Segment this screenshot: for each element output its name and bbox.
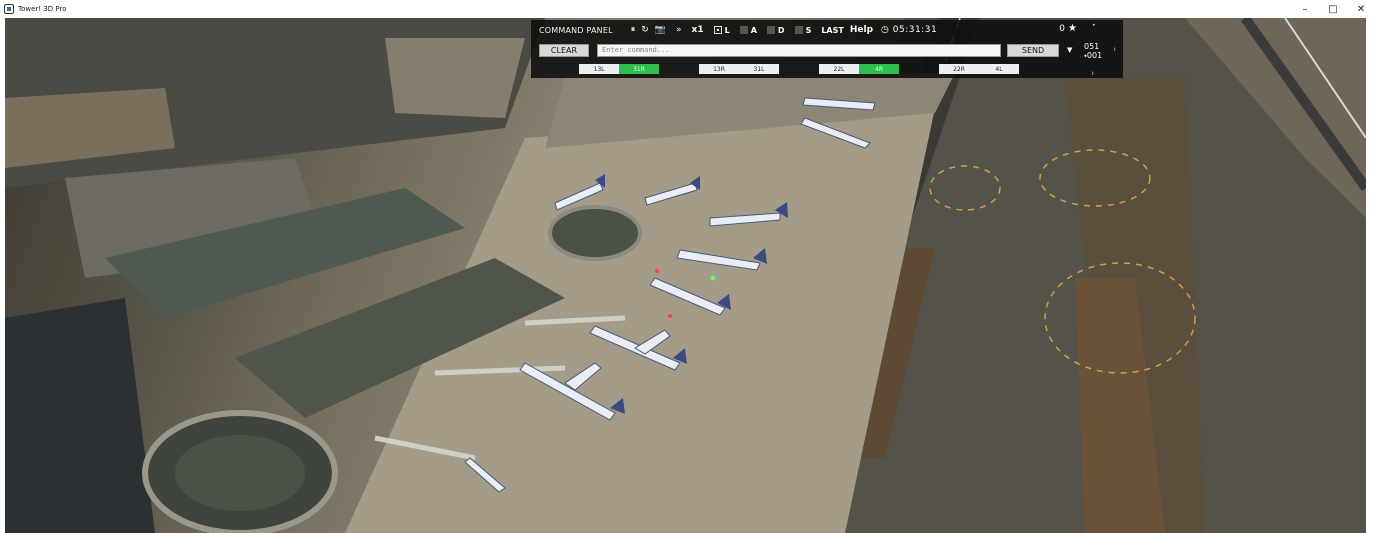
sim-clock: ◷ 05:31:31 <box>881 25 937 35</box>
restart-icon[interactable]: ↻ <box>641 25 649 35</box>
wind-speed: ⬩001 <box>1084 51 1103 60</box>
window-title: Tower! 3D Pro <box>18 5 67 13</box>
app-icon <box>4 4 14 14</box>
toggle-d-checkbox[interactable] <box>766 26 775 34</box>
score-value: 0 <box>1059 24 1065 34</box>
maximize-button[interactable]: □ <box>1319 0 1347 18</box>
runway-13r[interactable]: 13R <box>699 64 739 74</box>
runway-22r[interactable]: 22R <box>939 64 979 74</box>
last-button[interactable]: LAST <box>821 26 844 35</box>
compass-tick-n: • <box>1092 22 1096 29</box>
clear-button[interactable]: CLEAR <box>539 44 589 57</box>
command-input[interactable]: Enter command... <box>597 44 1001 57</box>
compass-tick-e: ı <box>1114 46 1116 53</box>
toggle-a[interactable]: A <box>739 26 757 35</box>
toggle-s-checkbox[interactable] <box>794 26 803 34</box>
minimize-button[interactable]: – <box>1291 0 1319 18</box>
runway-selector: 13L 31R 13R 31L 22L 4R 22R 4L <box>531 64 1123 74</box>
window-titlebar: Tower! 3D Pro – □ ✕ <box>0 0 1381 18</box>
help-button[interactable]: Help <box>850 25 873 35</box>
camera-icon[interactable]: 📷 <box>655 25 666 35</box>
fast-forward-icon[interactable]: » <box>676 25 682 35</box>
runway-4l[interactable]: 4L <box>979 64 1019 74</box>
pause-icon[interactable]: ⏸ <box>631 25 636 35</box>
wind-compass: • ı ı 051 ⬩001 <box>1068 22 1124 78</box>
toggle-a-checkbox[interactable] <box>739 26 748 34</box>
scene-drawing <box>5 18 1366 533</box>
airport-3d-view[interactable] <box>5 18 1366 533</box>
sim-speed[interactable]: x1 <box>692 25 704 35</box>
toggle-d[interactable]: D <box>766 26 785 35</box>
window-controls: – □ ✕ <box>1291 0 1375 18</box>
close-button[interactable]: ✕ <box>1347 0 1375 18</box>
compass-tick-s: ı <box>1092 70 1094 77</box>
clock-icon: ◷ <box>881 25 890 35</box>
runway-4r[interactable]: 4R <box>859 64 899 74</box>
runway-31l[interactable]: 31L <box>739 64 779 74</box>
toggle-l-checkbox[interactable] <box>713 26 722 34</box>
command-panel-toolbar: COMMAND PANEL ⏸ ↻ 📷 » x1 L A D S LAST He… <box>531 20 1123 40</box>
runway-31r[interactable]: 31R <box>619 64 659 74</box>
toggle-l[interactable]: L <box>713 26 730 35</box>
command-panel: COMMAND PANEL ⏸ ↻ 📷 » x1 L A D S LAST He… <box>531 20 1123 78</box>
wind-readout: 051 ⬩001 <box>1084 42 1102 60</box>
runway-13l[interactable]: 13L <box>579 64 619 74</box>
runway-22l[interactable]: 22L <box>819 64 859 74</box>
clock-time: 05:31:31 <box>892 25 938 35</box>
wind-heading: 051 <box>1084 42 1100 51</box>
send-button[interactable]: SEND <box>1007 44 1059 57</box>
command-panel-title: COMMAND PANEL <box>539 25 613 35</box>
toggle-s[interactable]: S <box>794 26 811 35</box>
